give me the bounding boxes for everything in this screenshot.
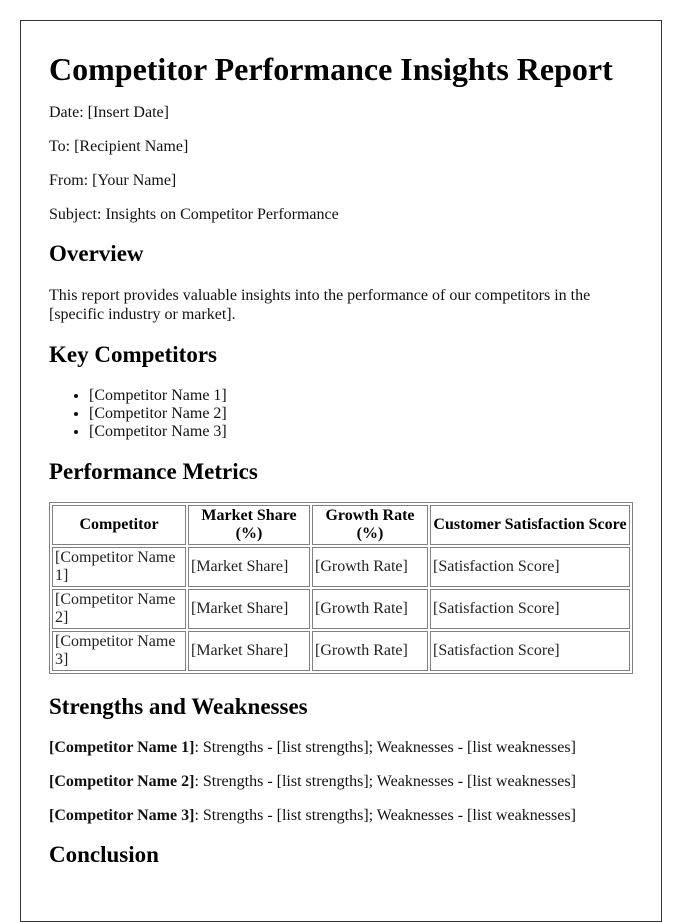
key-competitors-list: [Competitor Name 1] [Competitor Name 2] … [49, 387, 632, 441]
cell-market-share: [Market Share] [188, 589, 310, 629]
cell-growth-rate: [Growth Rate] [312, 589, 428, 629]
strengths-weaknesses-text: : Strengths - [list strengths]; Weakness… [194, 807, 576, 824]
key-competitors-heading: Key Competitors [49, 342, 217, 367]
performance-metrics-heading: Performance Metrics [49, 459, 258, 484]
cell-growth-rate: [Growth Rate] [312, 547, 428, 587]
strengths-weaknesses-item: [Competitor Name 1]: Strengths - [list s… [49, 738, 632, 757]
table-row: [Competitor Name 1] [Market Share] [Grow… [52, 547, 630, 587]
competitor-name: [Competitor Name 3] [49, 807, 195, 824]
overview-heading: Overview [49, 241, 144, 266]
table-row: [Competitor Name 3] [Market Share] [Grow… [52, 631, 630, 671]
page-title: Competitor Performance Insights Report [49, 51, 613, 87]
strengths-weaknesses-list: [Competitor Name 1]: Strengths - [list s… [49, 738, 632, 825]
cell-satisfaction: [Satisfaction Score] [430, 589, 630, 629]
table-header-row: Competitor Market Share (%) Growth Rate … [52, 505, 630, 545]
cell-market-share: [Market Share] [188, 631, 310, 671]
overview-text: This report provides valuable insights i… [49, 287, 591, 323]
competitor-name: [Competitor Name 1] [49, 739, 195, 756]
cell-satisfaction: [Satisfaction Score] [430, 631, 630, 671]
strengths-weaknesses-text: : Strengths - [list strengths]; Weakness… [194, 773, 576, 790]
cell-satisfaction: [Satisfaction Score] [430, 547, 630, 587]
column-header-growth-rate: Growth Rate (%) [312, 505, 428, 545]
memo-header: Date: [Insert Date] To: [Recipient Name]… [49, 103, 632, 224]
cell-competitor: [Competitor Name 1] [52, 547, 186, 587]
competitor-name: [Competitor Name 2] [49, 773, 195, 790]
strengths-weaknesses-heading: Strengths and Weaknesses [49, 694, 308, 719]
cell-growth-rate: [Growth Rate] [312, 631, 428, 671]
from-line: From: [Your Name] [49, 172, 177, 189]
cell-market-share: [Market Share] [188, 547, 310, 587]
subject-line: Subject: Insights on Competitor Performa… [49, 206, 339, 223]
list-item: [Competitor Name 1] [89, 387, 632, 405]
report-container: Competitor Performance Insights Report D… [20, 20, 662, 922]
cell-competitor: [Competitor Name 2] [52, 589, 186, 629]
list-item: [Competitor Name 2] [89, 405, 632, 423]
strengths-weaknesses-item: [Competitor Name 3]: Strengths - [list s… [49, 806, 632, 825]
column-header-competitor: Competitor [52, 505, 186, 545]
column-header-market-share: Market Share (%) [188, 505, 310, 545]
strengths-weaknesses-item: [Competitor Name 2]: Strengths - [list s… [49, 772, 632, 791]
conclusion-heading: Conclusion [49, 842, 159, 867]
strengths-weaknesses-text: : Strengths - [list strengths]; Weakness… [194, 739, 576, 756]
cell-competitor: [Competitor Name 3] [52, 631, 186, 671]
table-row: [Competitor Name 2] [Market Share] [Grow… [52, 589, 630, 629]
list-item: [Competitor Name 3] [89, 423, 632, 441]
date-line: Date: [Insert Date] [49, 104, 169, 121]
performance-metrics-table: Competitor Market Share (%) Growth Rate … [49, 502, 633, 674]
column-header-satisfaction: Customer Satisfaction Score [430, 505, 630, 545]
to-line: To: [Recipient Name] [49, 138, 189, 155]
